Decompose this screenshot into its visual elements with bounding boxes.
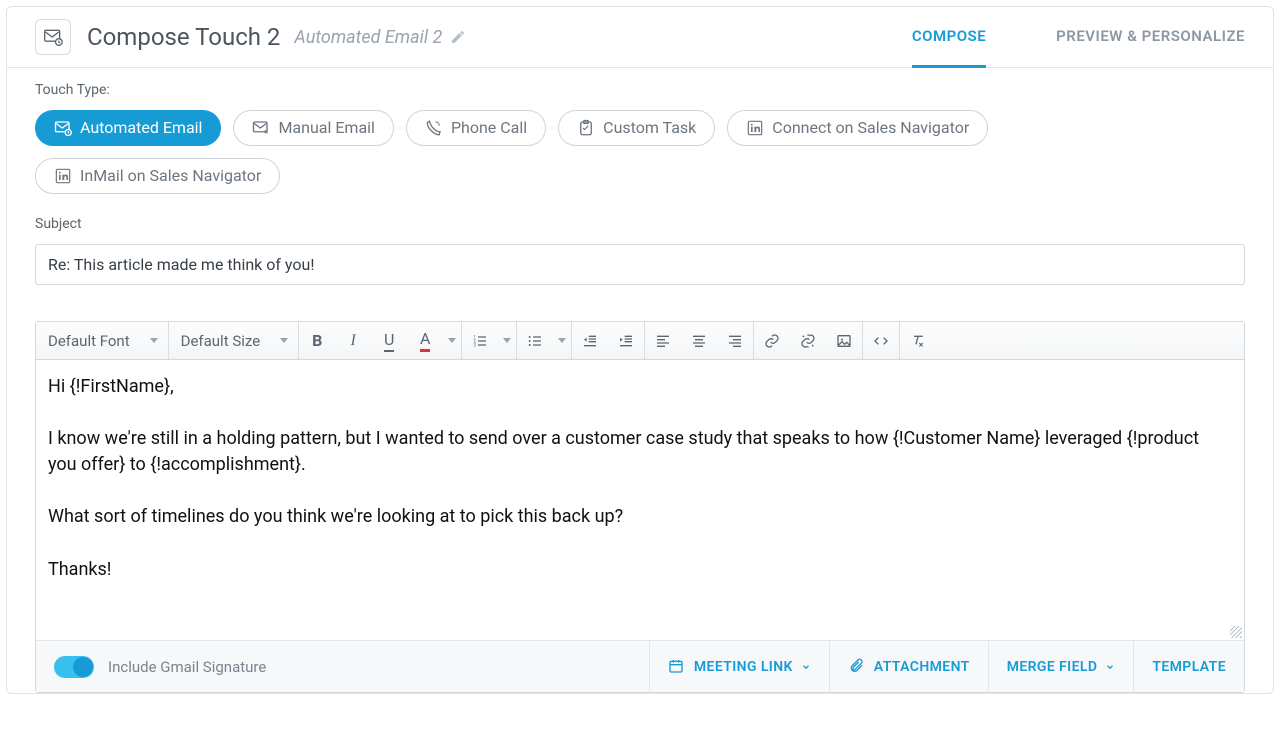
tab-preview[interactable]: PREVIEW & PERSONALIZE [1056,19,1245,68]
body-line: Thanks! [48,557,1232,583]
panel-body: Touch Type: Automated Email Manual Email… [7,68,1273,693]
phone-icon [425,119,443,137]
attachment-label: ATTACHMENT [874,659,970,675]
merge-field-button[interactable]: MERGE FIELD [988,641,1134,693]
attachment-button[interactable]: ATTACHMENT [829,641,988,693]
email-editor: Default Font Default Size B I U A 123 [35,321,1245,693]
font-size-select[interactable]: Default Size [169,322,299,360]
panel-header: Compose Touch 2 Automated Email 2 COMPOS… [7,7,1273,68]
chevron-down-icon [1105,662,1115,672]
unlink-button[interactable] [790,322,826,360]
body-line: I know we're still in a holding pattern,… [48,426,1232,478]
ordered-list-button[interactable]: 123 [462,322,498,360]
tab-compose[interactable]: COMPOSE [912,19,986,68]
touch-type-label: Touch Type: [35,82,1245,98]
body-line: What sort of timelines do you think we'r… [48,504,1232,530]
outdent-button[interactable] [572,322,608,360]
meeting-link-button[interactable]: MEETING LINK [649,641,829,693]
page-subtitle: Automated Email 2 [294,27,442,48]
template-label: TEMPLATE [1152,659,1226,675]
option-manual-email[interactable]: Manual Email [233,110,394,146]
linkedin-icon [746,119,764,137]
editor-toolbar: Default Font Default Size B I U A 123 [36,322,1244,360]
touch-type-options: Automated Email Manual Email Phone Call … [35,110,1245,194]
ordered-list-menu[interactable] [498,338,516,343]
unordered-list-button[interactable] [517,322,553,360]
touch-icon [35,19,71,55]
svg-text:3: 3 [474,342,477,348]
footer-actions: MEETING LINK ATTACHMENT MERGE FIELD TEMP… [649,641,1244,693]
edit-name-icon[interactable] [450,29,466,45]
option-connect-navigator[interactable]: Connect on Sales Navigator [727,110,988,146]
editor-footer: Include Gmail Signature MEETING LINK ATT… [36,640,1244,692]
body-line: Hi {!FirstName}, [48,374,1232,400]
option-label: Automated Email [80,120,202,136]
code-view-button[interactable] [863,322,899,360]
template-button[interactable]: TEMPLATE [1133,641,1244,693]
signature-toggle[interactable] [54,656,94,678]
italic-button[interactable]: I [335,322,371,360]
clear-format-button[interactable] [900,322,936,360]
unordered-list-menu[interactable] [553,338,571,343]
signature-label: Include Gmail Signature [108,658,266,676]
chevron-down-icon [280,338,288,343]
option-label: InMail on Sales Navigator [80,168,261,184]
align-right-button[interactable] [717,322,753,360]
mail-auto-icon [54,119,72,137]
align-left-button[interactable] [645,322,681,360]
link-button[interactable] [754,322,790,360]
option-automated-email[interactable]: Automated Email [35,110,221,146]
chevron-down-icon [150,338,158,343]
merge-field-label: MERGE FIELD [1007,659,1098,675]
compose-panel: Compose Touch 2 Automated Email 2 COMPOS… [6,6,1274,694]
linkedin-icon [54,167,72,185]
text-color-menu[interactable] [443,338,461,343]
option-label: Connect on Sales Navigator [772,120,969,136]
indent-button[interactable] [608,322,644,360]
mail-icon [252,119,270,137]
bold-button[interactable]: B [299,322,335,360]
font-size-label: Default Size [181,332,261,350]
subject-input[interactable] [35,244,1245,285]
font-family-select[interactable]: Default Font [36,322,168,360]
option-label: Phone Call [451,120,527,136]
editor-content[interactable]: Hi {!FirstName}, I know we're still in a… [36,360,1244,640]
option-phone-call[interactable]: Phone Call [406,110,546,146]
font-family-label: Default Font [48,332,130,350]
resize-handle[interactable] [1230,626,1242,638]
task-icon [577,119,595,137]
option-label: Manual Email [278,120,375,136]
chevron-down-icon [801,662,811,672]
meeting-link-label: MEETING LINK [694,659,793,675]
option-inmail-navigator[interactable]: InMail on Sales Navigator [35,158,280,194]
calendar-icon [668,658,686,676]
subject-label: Subject [35,216,1245,232]
text-color-button[interactable]: A [407,322,443,360]
attachment-icon [848,658,866,676]
page-title: Compose Touch 2 [87,23,280,51]
header-tabs: COMPOSE PREVIEW & PERSONALIZE [912,19,1245,55]
image-button[interactable] [826,322,862,360]
option-custom-task[interactable]: Custom Task [558,110,715,146]
underline-button[interactable]: U [371,322,407,360]
option-label: Custom Task [603,120,696,136]
align-center-button[interactable] [681,322,717,360]
